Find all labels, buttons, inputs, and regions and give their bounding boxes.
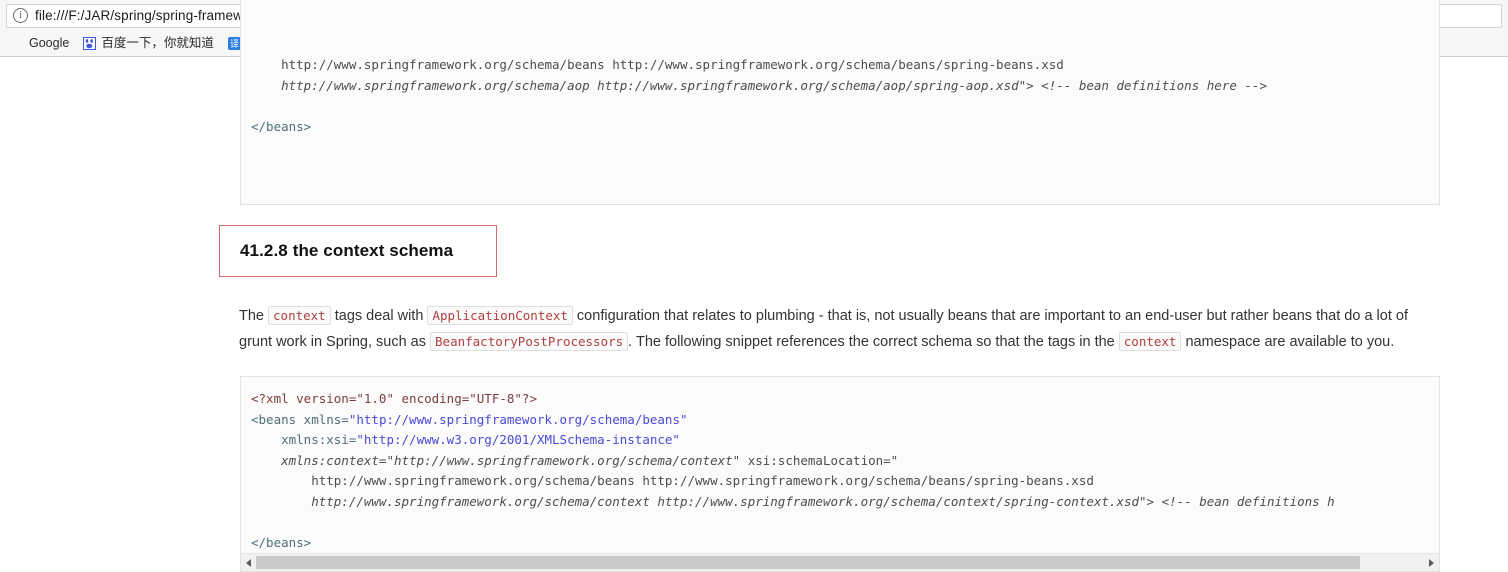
bookmark-label: Google [29, 36, 70, 51]
code-segment: <beans xmlns= [251, 411, 349, 427]
code-segment: <!-- bean definitions here --> [1033, 77, 1267, 93]
inline-code-context-2: context [1118, 331, 1182, 351]
scroll-left-arrow-icon[interactable] [241, 555, 256, 570]
page-title: 41.2.8 the context schema [240, 241, 454, 260]
code-segment: </beans> [251, 118, 312, 134]
code-segment: http://www.springframework.org/schema/co… [251, 493, 1155, 509]
code-segment: xmlns:xsi= [251, 432, 357, 447]
scrollbar-thumb[interactable] [256, 556, 1360, 569]
inline-code-applicationcontext: ApplicationContext [427, 305, 573, 325]
code-text: http://www.springframework.org/schema/be… [251, 14, 1439, 137]
inline-code-beanfactorypostprocessors: BeanfactoryPostProcessors [430, 331, 629, 351]
code-segment: <?xml version="1.0" encoding="UTF-8"?> [251, 391, 537, 406]
paragraph-text-1: The [239, 307, 269, 324]
code-segment: "http://www.w3.org/2001/XMLSchema-instan… [356, 432, 680, 447]
code-segment: </beans> [251, 534, 312, 550]
bookmark-baidu[interactable]: 百度一下，你就知道 [76, 33, 221, 54]
bookmark-google[interactable]: Google [4, 33, 76, 54]
code-segment: xsi:schemaLocation=" [740, 452, 899, 468]
horizontal-scrollbar[interactable] [241, 553, 1439, 571]
code-segment: "http://www.springframework.org/schema/b… [348, 411, 688, 427]
baidu-icon [83, 37, 97, 50]
page-content: http://www.springframework.org/schema/be… [0, 0, 1508, 572]
scroll-right-arrow-icon[interactable] [1424, 555, 1439, 570]
baidu-translate-icon: 译 [227, 37, 241, 50]
google-icon [11, 37, 24, 50]
code-segment: http://www.springframework.org/schema/be… [251, 57, 1064, 72]
code-segment: <!-- bean definitions h [1154, 493, 1335, 509]
info-circle-icon[interactable]: i [13, 8, 28, 23]
code-segment: xmlns:context="http://www.springframewor… [251, 452, 741, 468]
paragraph-text-5: namespace are available to you. [1181, 333, 1395, 350]
scrollbar-track[interactable] [256, 555, 1424, 570]
section-heading-box: 41.2.8 the context schema [219, 225, 497, 277]
code-text: <?xml version="1.0" encoding="UTF-8"?> <… [251, 389, 1439, 553]
code-block-beans-aop[interactable]: http://www.springframework.org/schema/be… [240, 0, 1440, 205]
bookmark-label: 百度一下，你就知道 [101, 36, 214, 51]
svg-text:译: 译 [230, 39, 239, 50]
code-segment: http://www.springframework.org/schema/be… [251, 473, 1094, 488]
paragraph-text-2: tags deal with [330, 307, 428, 324]
inline-code-context: context [268, 305, 331, 325]
section-paragraph: The context tags deal with ApplicationCo… [239, 303, 1435, 355]
code-segment: http://www.springframework.org/schema/ao… [251, 77, 1034, 93]
paragraph-text-4: . The following snippet references the c… [628, 333, 1119, 350]
code-block-inner: http://www.springframework.org/schema/be… [241, 0, 1439, 151]
code-block-inner: <?xml version="1.0" encoding="UTF-8"?> <… [241, 377, 1439, 557]
